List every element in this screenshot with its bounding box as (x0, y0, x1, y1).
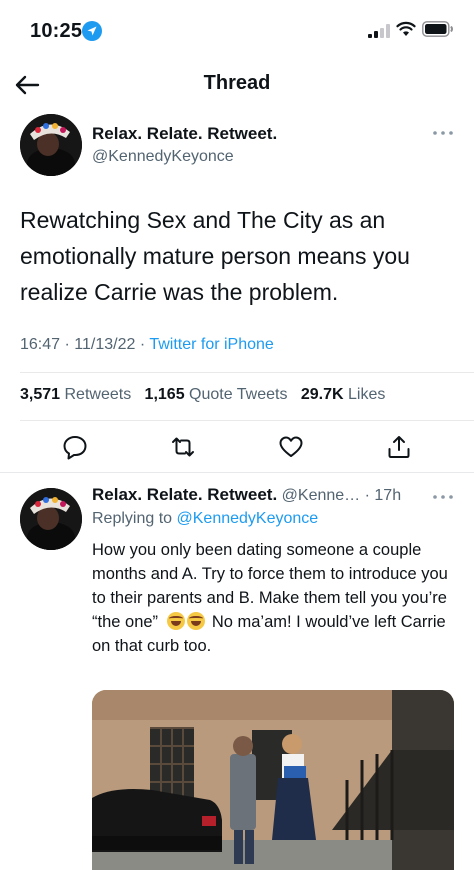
more-options-icon[interactable] (432, 492, 454, 502)
reply-header: Relax. Relate. Retweet. @Kenne… · 17h (92, 485, 401, 505)
avatar[interactable] (20, 114, 82, 176)
retweets-count: 3,571 (20, 386, 61, 403)
likes-label: Likes (347, 386, 386, 403)
meta-separator: · (139, 336, 150, 353)
replying-prefix: Replying to (92, 510, 173, 527)
avatar-image (20, 114, 82, 176)
tweet-text: Rewatching Sex and The City as an emotio… (20, 207, 410, 305)
quotes-label: Quote Tweets (189, 386, 288, 403)
likes-count: 29.7K (300, 386, 344, 403)
tweet-source-link[interactable]: Twitter for iPhone (149, 336, 274, 353)
share-icon[interactable] (386, 434, 412, 460)
status-time: 10:25 (30, 20, 83, 42)
reply-author-name[interactable]: Relax. Relate. Retweet. (92, 485, 277, 504)
tweet-time: 16:47 (20, 336, 61, 353)
meta-separator: · (64, 336, 75, 353)
quotes-count: 1,165 (144, 386, 185, 403)
media-photo (92, 690, 454, 870)
retweet-icon[interactable] (170, 434, 196, 460)
battery-icon (422, 21, 453, 37)
tweet-stats: 3,571 Retweets 1,165 Quote Tweets 29.7K … (20, 386, 385, 404)
quote-tweets-stat[interactable]: 1,165 Quote Tweets (145, 386, 288, 403)
reply-text: How you only been dating someone a coupl… (92, 538, 460, 658)
retweets-label: Retweets (64, 386, 132, 403)
reply-icon[interactable] (62, 434, 88, 460)
like-icon[interactable] (278, 434, 304, 460)
reply-author-handle[interactable]: @Kenne… (282, 487, 361, 504)
divider (20, 420, 474, 421)
retweets-stat[interactable]: 3,571 Retweets (20, 386, 131, 403)
author-handle[interactable]: @KennedyKeyonce (92, 148, 234, 166)
tweet-date: 11/13/22 (74, 336, 136, 353)
avatar-image (20, 488, 82, 550)
tweet-media-image[interactable] (92, 690, 454, 870)
page-title: Thread (203, 72, 271, 94)
tweet-meta: 16:47 · 11/13/22 · Twitter for iPhone (20, 336, 274, 354)
author-name[interactable]: Relax. Relate. Retweet. (92, 124, 277, 144)
divider (20, 372, 474, 373)
signal-icon (368, 24, 390, 38)
status-bar: 10:25 (0, 0, 474, 60)
wifi-icon (396, 21, 416, 36)
replying-to: Replying to @KennedyKeyonce (92, 510, 318, 528)
more-options-icon[interactable] (432, 128, 454, 138)
location-arrow-icon (82, 21, 102, 41)
likes-stat[interactable]: 29.7K Likes (301, 386, 386, 403)
meta-separator: · (364, 487, 370, 504)
reply-age: 17h (374, 487, 402, 504)
replying-to-handle-link[interactable]: @KennedyKeyonce (177, 510, 319, 527)
reply-avatar[interactable] (20, 488, 82, 550)
laughing-emoji-icon (167, 612, 186, 630)
thread-divider (0, 472, 474, 473)
laughing-emoji-icon (187, 612, 206, 630)
